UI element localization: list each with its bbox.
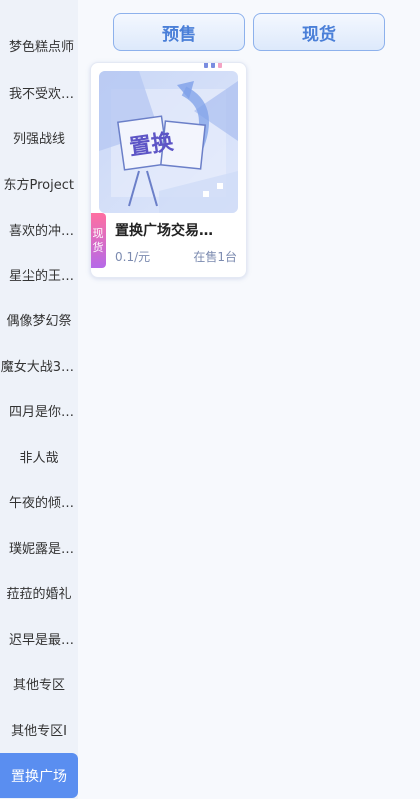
dot-icon xyxy=(204,63,208,68)
sidebar-item-label: 菈菈的婚礼 xyxy=(6,587,72,602)
sidebar-item-label: 午夜的倾… xyxy=(8,496,74,511)
sidebar-item-1[interactable]: 梦色糕点师 xyxy=(0,23,78,68)
sidebar-item-active[interactable]: 置换广场 xyxy=(0,753,78,798)
sidebar-item-14[interactable]: 迟早是最… xyxy=(0,616,78,661)
sidebar-item-5[interactable]: 喜欢的冲… xyxy=(0,207,78,252)
sidebar-item-3[interactable]: 列强战线 xyxy=(0,115,78,160)
sidebar-item-label: 非人哉 xyxy=(19,451,59,466)
sidebar-item-9[interactable]: 四月是你… xyxy=(0,388,78,433)
product-image: 置换 xyxy=(99,71,238,213)
sidebar-item-label: 四月是你… xyxy=(8,405,74,420)
card-dots xyxy=(204,63,222,68)
sidebar-item-16[interactable]: 其他专区I xyxy=(0,707,78,752)
product-price: 0.1/元 xyxy=(115,250,151,264)
sidebar-item-label: 置换广场 xyxy=(11,768,67,785)
product-stock: 在售1台 xyxy=(193,250,237,264)
dot-icon xyxy=(211,63,215,68)
instock-tag: 现 货 xyxy=(91,213,106,268)
sidebar-item-label: 星尘的王… xyxy=(8,269,74,284)
sidebar-item-label: 列强战线 xyxy=(12,132,65,147)
sidebar-item-10[interactable]: 非人哉 xyxy=(0,434,78,479)
sidebar-item-label: 东方Project xyxy=(3,178,74,193)
product-illustration: 置换 xyxy=(99,71,238,213)
category-sidebar: 梦色糕点师 我不受欢… 列强战线 东方Project 喜欢的冲… 星尘的王… 偶… xyxy=(0,0,78,799)
presale-tab-button[interactable]: 预售 xyxy=(113,13,245,51)
sidebar-item-7[interactable]: 偶像梦幻祭 xyxy=(0,297,78,342)
sidebar-item-label: 我不受欢… xyxy=(8,87,74,102)
sidebar-item-label: 璞妮露是… xyxy=(8,542,74,557)
sidebar-item-label: 偶像梦幻祭 xyxy=(6,314,72,329)
sidebar-item-label: 其他专区I xyxy=(11,724,67,739)
tag-text: 货 xyxy=(92,240,104,254)
product-card[interactable]: 置换 现 货 置换广场交易… 0.1/元 在售1台 xyxy=(90,62,247,278)
dot-icon xyxy=(218,63,222,68)
sidebar-item-6[interactable]: 星尘的王… xyxy=(0,252,78,297)
sidebar-item-8[interactable]: 魔女大战3… xyxy=(0,343,78,388)
sidebar-item-label: 梦色糕点师 xyxy=(8,40,74,55)
sidebar-item-2[interactable]: 我不受欢… xyxy=(0,70,78,115)
sidebar-item-13[interactable]: 菈菈的婚礼 xyxy=(0,570,78,615)
sidebar-item-label: 魔女大战3… xyxy=(0,360,74,375)
tag-text: 现 xyxy=(92,226,104,240)
sidebar-item-4[interactable]: 东方Project xyxy=(0,161,78,206)
sidebar-item-label: 迟早是最… xyxy=(8,633,74,648)
sidebar-item-12[interactable]: 璞妮露是… xyxy=(0,525,78,570)
sidebar-item-label: 其他专区 xyxy=(12,678,65,693)
sidebar-item-15[interactable]: 其他专区 xyxy=(0,661,78,706)
sidebar-item-11[interactable]: 午夜的倾… xyxy=(0,479,78,524)
sidebar-item-label: 喜欢的冲… xyxy=(8,224,74,239)
product-title: 置换广场交易… xyxy=(115,223,213,239)
instock-tab-button[interactable]: 现货 xyxy=(253,13,385,51)
